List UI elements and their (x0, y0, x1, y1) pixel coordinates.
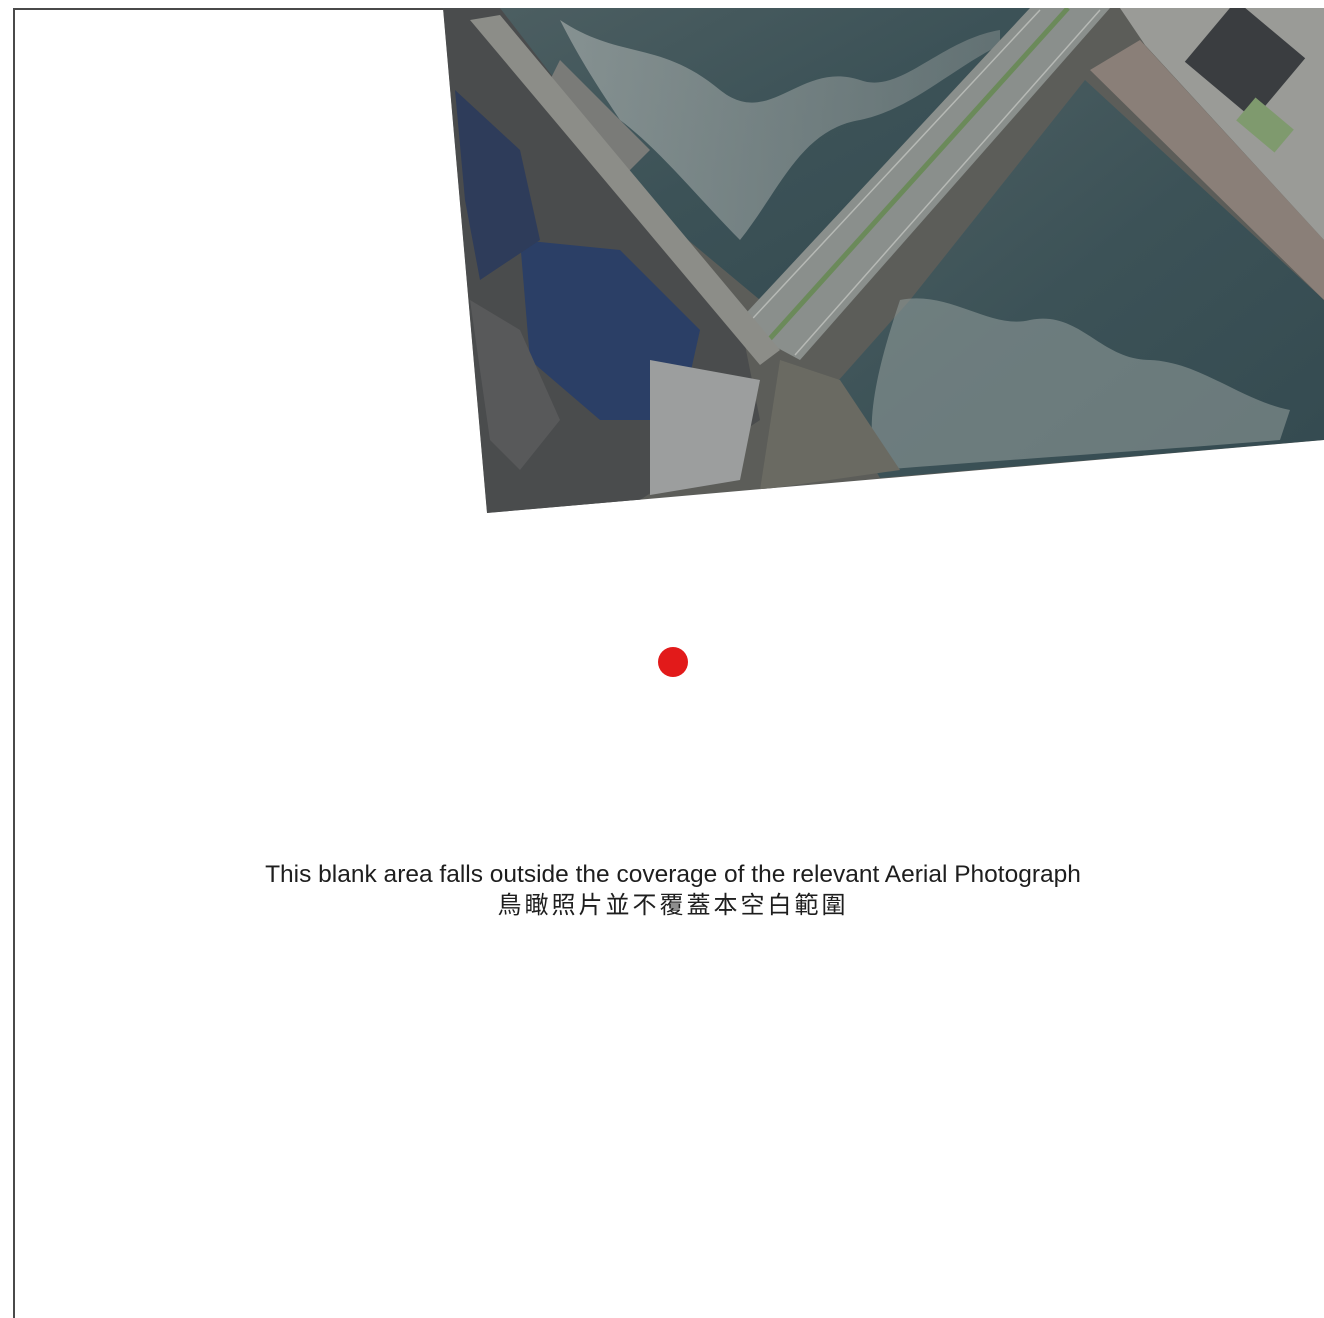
aerial-photo-content (443, 8, 1324, 513)
coverage-notice-chinese: 鳥瞰照片並不覆蓋本空白範圍 (497, 891, 849, 919)
map-page: This blank area falls outside the covera… (0, 0, 1324, 1318)
aerial-photograph (443, 8, 1324, 513)
coverage-notice-english: This blank area falls outside the covera… (265, 861, 1081, 888)
coverage-notice: This blank area falls outside the covera… (0, 860, 1324, 920)
location-marker-dot (658, 647, 688, 677)
